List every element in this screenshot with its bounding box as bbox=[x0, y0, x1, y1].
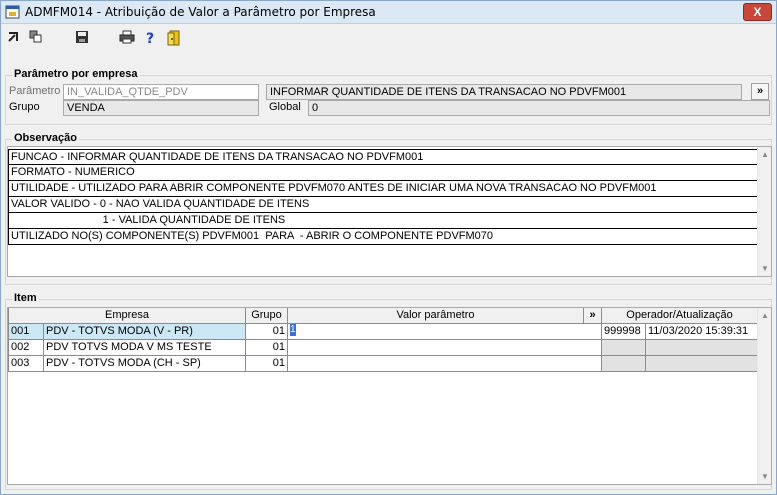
item-grid-scrollbar[interactable]: ▲ ▼ bbox=[757, 308, 771, 484]
title-bar[interactable]: ADMFM014 - Atribuição de Valor a Parâmet… bbox=[1, 1, 776, 24]
print-icon[interactable] bbox=[118, 30, 136, 48]
parametro-descricao-field: INFORMAR QUANTIDADE DE ITENS DA TRANSACA… bbox=[266, 84, 742, 100]
row-atualizacao bbox=[645, 356, 758, 372]
scroll-down-icon[interactable]: ▼ bbox=[761, 264, 769, 273]
row-empresa[interactable]: PDV TOTVS MODA V MS TESTE bbox=[43, 340, 246, 356]
row-code[interactable]: 003 bbox=[8, 356, 44, 372]
scroll-down-icon[interactable]: ▼ bbox=[761, 472, 769, 481]
header-empresa[interactable]: Empresa bbox=[8, 308, 246, 324]
observacao-line: UTILIDADE - UTILIZADO PARA ABRIR COMPONE… bbox=[8, 181, 759, 197]
row-grupo[interactable]: 01 bbox=[245, 356, 288, 372]
header-grupo[interactable]: Grupo bbox=[245, 308, 288, 324]
grupo-field: VENDA bbox=[63, 100, 259, 116]
observacao-line: FORMATO - NUMERICO bbox=[8, 165, 759, 181]
row-empresa[interactable]: PDV - TOTVS MODA (V - PR) bbox=[43, 324, 246, 340]
row-valor-input[interactable]: 1 bbox=[287, 324, 602, 340]
expand-valor-button[interactable]: » bbox=[583, 308, 602, 324]
row-operador: 999998 bbox=[601, 324, 646, 340]
observacao-line: VALOR VALIDO - 0 - NAO VALIDA QUANTIDADE… bbox=[8, 197, 759, 213]
observacao-textarea[interactable]: FUNCAO - INFORMAR QUANTIDADE DE ITENS DA… bbox=[7, 146, 772, 277]
parametro-group-label: Parâmetro por empresa bbox=[12, 68, 140, 80]
observacao-line: FUNCAO - INFORMAR QUANTIDADE DE ITENS DA… bbox=[8, 149, 759, 165]
row-grupo[interactable]: 01 bbox=[245, 340, 288, 356]
expand-parametro-button[interactable]: » bbox=[751, 83, 769, 100]
header-operador-atualizacao[interactable]: Operador/Atualização bbox=[601, 308, 758, 324]
observacao-line: 1 - VALIDA QUANTIDADE DE ITENS bbox=[8, 213, 759, 229]
row-operador bbox=[601, 356, 646, 372]
item-grid: Empresa Grupo Valor parâmetro » Operador… bbox=[7, 307, 772, 485]
row-valor-input[interactable] bbox=[287, 356, 602, 372]
row-code[interactable]: 002 bbox=[8, 340, 44, 356]
toolbar: ? bbox=[1, 25, 776, 53]
copy-icon[interactable] bbox=[27, 30, 45, 48]
row-operador bbox=[601, 340, 646, 356]
exit-door-icon[interactable] bbox=[165, 30, 183, 48]
row-atualizacao: 11/03/2020 15:39:31 bbox=[645, 324, 758, 340]
item-group-label: Item bbox=[12, 292, 39, 304]
row-empresa[interactable]: PDV - TOTVS MODA (CH - SP) bbox=[43, 356, 246, 372]
row-code[interactable]: 001 bbox=[8, 324, 44, 340]
row-valor-input[interactable] bbox=[287, 340, 602, 356]
grupo-label: Grupo bbox=[9, 101, 40, 113]
save-icon[interactable] bbox=[73, 30, 91, 48]
observacao-scrollbar[interactable]: ▲ ▼ bbox=[757, 147, 771, 276]
help-icon[interactable]: ? bbox=[141, 30, 159, 48]
observacao-group-label: Observação bbox=[12, 132, 79, 144]
main-window: ADMFM014 - Atribuição de Valor a Parâmet… bbox=[0, 0, 777, 495]
app-icon bbox=[5, 5, 21, 20]
header-valor-parametro[interactable]: Valor parâmetro bbox=[287, 308, 584, 324]
observacao-line: UTILIZADO NO(S) COMPONENTE(S) PDVFM001 P… bbox=[8, 229, 759, 245]
row-valor-text: 1 bbox=[290, 324, 296, 337]
global-label: Global bbox=[269, 101, 301, 113]
row-grupo[interactable]: 01 bbox=[245, 324, 288, 340]
window-title: ADMFM014 - Atribuição de Valor a Parâmet… bbox=[25, 5, 376, 19]
parametro-label: Parâmetro bbox=[9, 85, 61, 97]
arrow-in-icon[interactable] bbox=[5, 30, 23, 48]
scroll-up-icon[interactable]: ▲ bbox=[761, 150, 769, 159]
parametro-field[interactable]: IN_VALIDA_QTDE_PDV bbox=[63, 84, 259, 100]
close-button[interactable]: X bbox=[743, 3, 772, 21]
scroll-up-icon[interactable]: ▲ bbox=[761, 311, 769, 320]
row-atualizacao bbox=[645, 340, 758, 356]
global-field: 0 bbox=[308, 100, 770, 116]
